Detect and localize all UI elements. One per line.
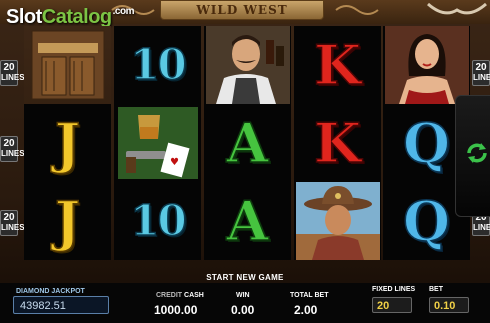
- ten-symbol: 10: [130, 40, 188, 89]
- spin-button[interactable]: [455, 95, 490, 217]
- jackpot-value: 43982.51: [13, 296, 109, 314]
- whiskey-revolver-symbol: ♥: [114, 104, 201, 182]
- showgirl-symbol: [383, 26, 470, 104]
- bartender-symbol: [204, 26, 291, 104]
- j-symbol: J: [24, 104, 111, 182]
- payline-marker-left-2: 20 LINES: [0, 136, 25, 162]
- saloon-doors-symbol: [24, 26, 111, 104]
- reel-4: K K: [294, 26, 381, 260]
- k-symbol: K: [313, 111, 361, 175]
- jackpot-label: DIAMOND JACKPOT: [16, 288, 85, 295]
- ten-symbol: 10: [130, 196, 188, 245]
- j-symbol: J: [24, 182, 111, 260]
- a-symbol: A: [226, 111, 269, 175]
- status-message: START NEW GAME: [206, 273, 284, 282]
- showgirl-icon: [384, 26, 469, 104]
- bartender-icon: [205, 26, 290, 104]
- credit-value: 1000.00: [154, 303, 198, 317]
- horns-ornament-icon: [427, 2, 487, 15]
- reel-2: 10 ♥ 10: [114, 26, 201, 260]
- payline-marker-right-1: 20LINES: [472, 60, 490, 86]
- bet-selector[interactable]: 0.10: [429, 297, 469, 313]
- whiskey-revolver-icon: ♥: [117, 107, 198, 179]
- a-symbol: A: [226, 189, 269, 253]
- win-value: 0.00: [231, 303, 255, 317]
- reel-3: A A: [204, 26, 291, 260]
- watermark-part1: Slot: [6, 6, 42, 28]
- game-title: WILD WEST: [160, 0, 324, 20]
- bet-label: BET: [429, 286, 443, 293]
- total-bet-label: TOTAL BET: [290, 292, 329, 299]
- game-screen: WILD WEST SlotCatalog.com 20 LINES 20 LINE…: [0, 0, 490, 323]
- cowboy-icon: [295, 182, 380, 260]
- watermark-suffix: .com: [112, 6, 135, 17]
- payline-marker-left-1: 20 LINES: [0, 60, 25, 86]
- spin-arrows-icon: [467, 143, 487, 163]
- credit-label: CREDIT CASH: [156, 292, 204, 299]
- watermark-part2: Catalog: [41, 6, 112, 28]
- saloon-doors-icon: [31, 30, 104, 100]
- cowboy-symbol: [294, 182, 381, 260]
- fixed-lines-display: 20: [372, 297, 412, 313]
- fixed-lines-label: FIXED LINES: [372, 286, 416, 293]
- right-ornament-icon: [335, 5, 379, 15]
- total-bet-value: 2.00: [294, 303, 318, 317]
- payline-marker-left-3: 20 LINES: [0, 210, 25, 236]
- reel-1: J J: [24, 26, 111, 260]
- win-label: WIN: [236, 292, 250, 299]
- svg-text:♥: ♥: [170, 157, 179, 168]
- k-symbol: K: [313, 33, 361, 97]
